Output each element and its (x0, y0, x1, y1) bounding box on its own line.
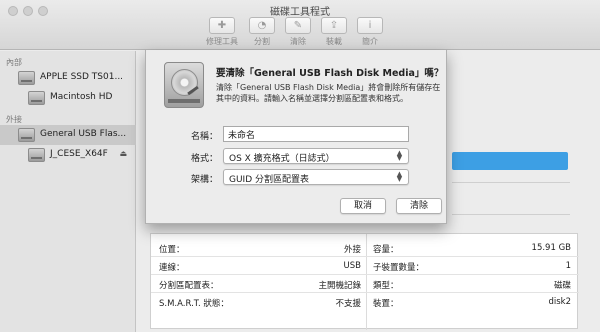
mount-icon: ⇪ (321, 17, 347, 34)
toolbar-first-aid-button[interactable]: ✚ 修理工具 (204, 17, 240, 49)
info-label: 連線： (159, 263, 185, 273)
toolbar-erase-button[interactable]: ✎ 清除 (284, 17, 312, 49)
sidebar-item-apple-ssd[interactable]: APPLE SSD TS01... (0, 68, 136, 88)
title-bar: 磁碟工具程式 ✚ 修理工具 ◔ 分割 ✎ 清除 ⇪ 裝載 i 簡介 (0, 0, 600, 50)
sheet-title: 要清除「General USB Flash Disk Media」嗎？ (216, 68, 444, 79)
hard-drive-icon (164, 62, 204, 108)
sidebar-item-general-usb[interactable]: General USB Flas... (0, 125, 136, 145)
info-value: USB (343, 261, 361, 271)
divider (452, 214, 570, 215)
info-label: 類型： (373, 281, 399, 291)
erase-icon: ✎ (285, 17, 311, 34)
toolbar-info-button[interactable]: i 簡介 (356, 17, 384, 49)
info-value: 15.91 GB (531, 243, 571, 253)
info-value: 主開機記錄 (318, 281, 361, 291)
info-label: S.M.A.R.T. 狀態： (159, 299, 229, 309)
info-icon: i (357, 17, 383, 34)
table-row: 連線： USB 子裝置數量： 1 (151, 257, 579, 275)
info-label: 位置： (159, 245, 185, 255)
table-row: 分割區配置表： 主開機記錄 類型： 磁碟 (151, 275, 579, 293)
name-label: 名稱： (190, 132, 218, 142)
toolbar-mount-label: 裝載 (326, 37, 342, 46)
name-input[interactable] (223, 126, 409, 142)
sidebar-item-j-cese[interactable]: J_CESE_X64F ⏏ (0, 145, 136, 165)
sidebar-section-external: 外接 (6, 115, 22, 124)
usb-disk-icon (18, 128, 35, 142)
sidebar: 內部 APPLE SSD TS01... Macintosh HD 外接 Gen… (0, 51, 136, 332)
table-row: 位置： 外接 容量： 15.91 GB (151, 239, 579, 257)
sidebar-item-label: APPLE SSD TS01... (40, 72, 124, 82)
volume-icon (28, 148, 45, 162)
cancel-button[interactable]: 取消 (340, 198, 386, 214)
erase-button[interactable]: 清除 (396, 198, 442, 214)
disk-utility-window: 磁碟工具程式 ✚ 修理工具 ◔ 分割 ✎ 清除 ⇪ 裝載 i 簡介 內部 APP… (0, 0, 600, 332)
toolbar-first-aid-label: 修理工具 (206, 37, 238, 46)
info-value: disk2 (548, 297, 571, 307)
internal-disk-icon (18, 71, 35, 85)
erase-sheet: 要清除「General USB Flash Disk Media」嗎？ 清除「G… (145, 50, 447, 224)
sidebar-section-internal: 內部 (6, 58, 22, 67)
sheet-description: 清除「General USB Flash Disk Media」將會刪除所有儲存… (216, 83, 441, 103)
info-value: 磁碟 (553, 281, 571, 291)
info-label: 裝置： (373, 299, 399, 309)
scheme-label: 架構： (190, 175, 218, 185)
info-value: 1 (565, 261, 571, 271)
info-label: 分割區配置表： (159, 281, 219, 291)
toolbar-partition-label: 分割 (254, 37, 270, 46)
disk-info-table: 位置： 外接 容量： 15.91 GB 連線： USB 子裝置數量： 1 分割區… (150, 233, 579, 330)
format-value: OS X 擴充格式（日誌式） (229, 154, 335, 164)
sidebar-item-label: General USB Flas... (40, 129, 127, 139)
table-row: S.M.A.R.T. 狀態： 不支援 裝置： disk2 (151, 293, 579, 311)
info-label: 子裝置數量： (373, 263, 425, 273)
updown-arrows-icon: ▲ ▼ (396, 149, 403, 162)
toolbar-info-label: 簡介 (362, 37, 378, 46)
scheme-value: GUID 分割區配置表 (229, 175, 310, 185)
toolbar-partition-button[interactable]: ◔ 分割 (248, 17, 276, 49)
volume-icon (28, 91, 45, 105)
divider (452, 182, 570, 183)
toolbar-erase-label: 清除 (290, 37, 306, 46)
sidebar-item-label: J_CESE_X64F (50, 149, 108, 159)
info-value: 不支援 (335, 299, 361, 309)
format-label: 格式： (190, 154, 218, 164)
scheme-select[interactable]: GUID 分割區配置表 ▲ ▼ (223, 169, 409, 185)
window-title: 磁碟工具程式 (270, 7, 330, 18)
info-value: 外接 (343, 245, 361, 255)
stethoscope-icon: ✚ (209, 17, 235, 34)
toolbar-mount-button[interactable]: ⇪ 裝載 (320, 17, 348, 49)
info-label: 容量： (373, 245, 399, 255)
eject-icon[interactable]: ⏏ (119, 149, 127, 158)
sidebar-item-macintosh-hd[interactable]: Macintosh HD (0, 88, 136, 108)
format-select[interactable]: OS X 擴充格式（日誌式） ▲ ▼ (223, 148, 409, 164)
partition-icon: ◔ (249, 17, 275, 34)
usage-bar (452, 152, 568, 170)
sidebar-item-label: Macintosh HD (50, 92, 113, 102)
updown-arrows-icon: ▲ ▼ (396, 170, 403, 183)
